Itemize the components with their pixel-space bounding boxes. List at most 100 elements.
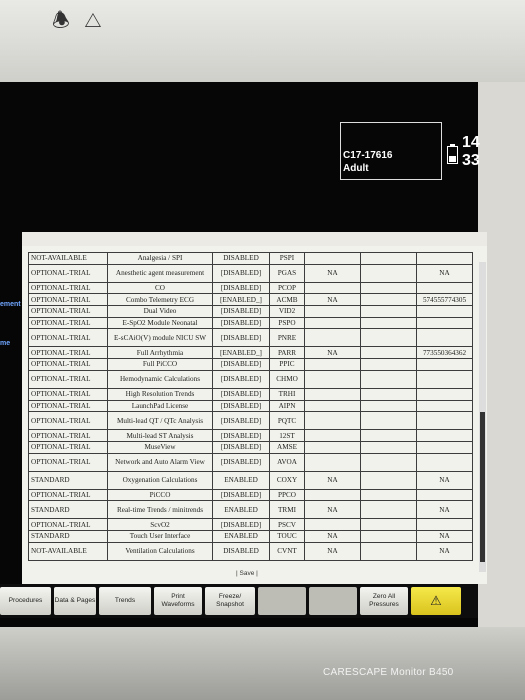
trends-button[interactable]: Trends <box>99 587 151 615</box>
serial-cell-1 <box>304 440 361 454</box>
serial-cell-2 <box>360 452 417 472</box>
table-row[interactable]: OPTIONAL-TRIAL High Resolution Trends [DIS… <box>28 387 473 401</box>
state-cell: DISABLED <box>212 252 270 265</box>
print-waveforms-button[interactable]: Print Waveforms <box>154 587 202 615</box>
bezel-icons: 🕭︎△ <box>52 6 116 40</box>
serial-cell-3: NA <box>416 541 473 561</box>
table-row[interactable]: STANDARD Touch User Interface ENABLED TOUC N… <box>28 529 473 543</box>
serial-cell-3 <box>416 252 473 265</box>
option-name-cell: MuseView <box>107 440 213 454</box>
status-cell: OPTIONAL-TRIAL <box>28 440 108 454</box>
option-name-cell: Anesthetic agent measurement <box>107 263 213 283</box>
freeze-snapshot-button[interactable]: Freeze/ Snapshot <box>205 587 255 615</box>
scrollbar[interactable] <box>479 262 486 572</box>
serial-cell-3 <box>416 411 473 431</box>
serial-cell-3 <box>416 440 473 454</box>
table-row[interactable]: OPTIONAL-TRIAL Anesthetic agent measureme… <box>28 263 473 283</box>
option-name-cell: Ventilation Calculations <box>107 541 213 561</box>
state-cell: ENABLED <box>212 500 270 520</box>
table-row[interactable]: NOT-AVAILABLE Analgesia / SPI DISABLED PSPI <box>28 252 473 265</box>
table-row[interactable]: OPTIONAL-TRIAL MuseView [DISABLED] AMSE <box>28 440 473 454</box>
serial-cell-2 <box>360 500 417 520</box>
table-row[interactable]: OPTIONAL-TRIAL E-SpO2 Module Neonatal [DIS… <box>28 316 473 330</box>
patient-info-box[interactable]: C17-17616 Adult <box>340 122 442 180</box>
alarm-silence-button[interactable]: ⚠︎ <box>411 587 461 615</box>
option-name-cell: Dual Video <box>107 305 213 318</box>
serial-cell-3 <box>416 429 473 442</box>
table-row[interactable]: STANDARD Real-time Trends / minitrends ENA… <box>28 500 473 520</box>
monitor-bottom-bezel: CARESCAPE Monitor B450 <box>0 627 525 700</box>
status-cell: OPTIONAL-TRIAL <box>28 411 108 431</box>
table-row[interactable]: OPTIONAL-TRIAL Network and Auto Alarm Vie… <box>28 452 473 472</box>
clock: 14 33 <box>462 134 480 169</box>
serial-cell-3: NA <box>416 529 473 543</box>
state-cell: [DISABLED] <box>212 399 270 413</box>
status-cell: OPTIONAL-TRIAL <box>28 518 108 531</box>
serial-cell-3 <box>416 369 473 389</box>
state-cell: [DISABLED] <box>212 328 270 348</box>
serial-cell-1 <box>304 429 361 442</box>
state-cell: ENABLED <box>212 470 270 490</box>
table-row[interactable]: OPTIONAL-TRIAL Hemodynamic Calculations [D… <box>28 369 473 389</box>
status-cell: OPTIONAL-TRIAL <box>28 293 108 307</box>
code-cell: PPIC <box>269 358 305 371</box>
code-cell: AVOA <box>269 452 305 472</box>
serial-cell-1 <box>304 387 361 401</box>
serial-cell-1: NA <box>304 541 361 561</box>
serial-cell-1 <box>304 369 361 389</box>
table-row[interactable]: OPTIONAL-TRIAL CO [DISABLED] PCOP <box>28 281 473 295</box>
table-row[interactable]: OPTIONAL-TRIAL Full PiCCO [DISABLED] PPIC <box>28 358 473 371</box>
save-link[interactable]: | Save | <box>236 570 258 577</box>
code-cell: PNRE <box>269 328 305 348</box>
serial-cell-2 <box>360 488 417 502</box>
option-name-cell: LaunchPad License <box>107 399 213 413</box>
code-cell: PARR <box>269 346 305 360</box>
option-name-cell: E-SpO2 Module Neonatal <box>107 316 213 330</box>
alarm-audio-icon[interactable]: 🕭︎ <box>52 10 84 32</box>
table-row[interactable]: OPTIONAL-TRIAL PiCCO [DISABLED] PPCO <box>28 488 473 502</box>
procedures-button[interactable]: Procedures <box>0 587 51 615</box>
zero-all-pressures-button[interactable]: Zero All Pressures <box>360 587 408 615</box>
table-row[interactable]: STANDARD Oxygenation Calculations ENABLED C… <box>28 470 473 490</box>
table-row[interactable]: OPTIONAL-TRIAL Full Arrhythmia [ENABLED_] P… <box>28 346 473 360</box>
state-cell: [DISABLED] <box>212 429 270 442</box>
table-row[interactable]: OPTIONAL-TRIAL ScvO2 [DISABLED] PSCV <box>28 518 473 531</box>
table-row[interactable]: OPTIONAL-TRIAL Combo Telemetry ECG [ENABLE… <box>28 293 473 307</box>
option-name-cell: Multi-lead QT / QTc Analysis <box>107 411 213 431</box>
serial-cell-2 <box>360 281 417 295</box>
option-name-cell: High Resolution Trends <box>107 387 213 401</box>
scroll-thumb[interactable] <box>480 412 485 562</box>
serial-cell-3: NA <box>416 470 473 490</box>
option-name-cell: E-sCAiO(V) module NICU SW <box>107 328 213 348</box>
serial-cell-2 <box>360 541 417 561</box>
status-cell: STANDARD <box>28 529 108 543</box>
state-cell: [DISABLED] <box>212 358 270 371</box>
serial-cell-2 <box>360 518 417 531</box>
software-options-panel: NOT-AVAILABLE Analgesia / SPI DISABLED PSPI… <box>22 232 487 584</box>
status-cell: NOT-AVAILABLE <box>28 541 108 561</box>
serial-cell-1 <box>304 399 361 413</box>
serial-cell-2 <box>360 328 417 348</box>
serial-cell-2 <box>360 263 417 283</box>
table-row[interactable]: OPTIONAL-TRIAL Multi-lead QT / QTc Analys… <box>28 411 473 431</box>
panel-header-strip <box>22 232 487 246</box>
serial-cell-2 <box>360 387 417 401</box>
table-row[interactable]: OPTIONAL-TRIAL Dual Video [DISABLED] VID2 <box>28 305 473 318</box>
serial-cell-3: 773550364362 <box>416 346 473 360</box>
serial-cell-1 <box>304 281 361 295</box>
table-row[interactable]: NOT-AVAILABLE Ventilation Calculations DIS… <box>28 541 473 561</box>
table-row[interactable]: OPTIONAL-TRIAL LaunchPad License [DISABLED… <box>28 399 473 413</box>
serial-cell-3 <box>416 488 473 502</box>
option-name-cell: CO <box>107 281 213 295</box>
status-cell: OPTIONAL-TRIAL <box>28 328 108 348</box>
option-name-cell: Full PiCCO <box>107 358 213 371</box>
data-pages-button[interactable]: Data & Pages <box>54 587 96 615</box>
table-row[interactable]: OPTIONAL-TRIAL Multi-lead ST Analysis [DIS… <box>28 429 473 442</box>
state-cell: [DISABLED] <box>212 440 270 454</box>
serial-cell-3 <box>416 358 473 371</box>
warning-triangle-icon[interactable]: △ <box>84 10 116 32</box>
serial-cell-2 <box>360 369 417 389</box>
table-row[interactable]: OPTIONAL-TRIAL E-sCAiO(V) module NICU SW[… <box>28 328 473 348</box>
state-cell: DISABLED <box>212 541 270 561</box>
state-cell: [DISABLED] <box>212 263 270 283</box>
